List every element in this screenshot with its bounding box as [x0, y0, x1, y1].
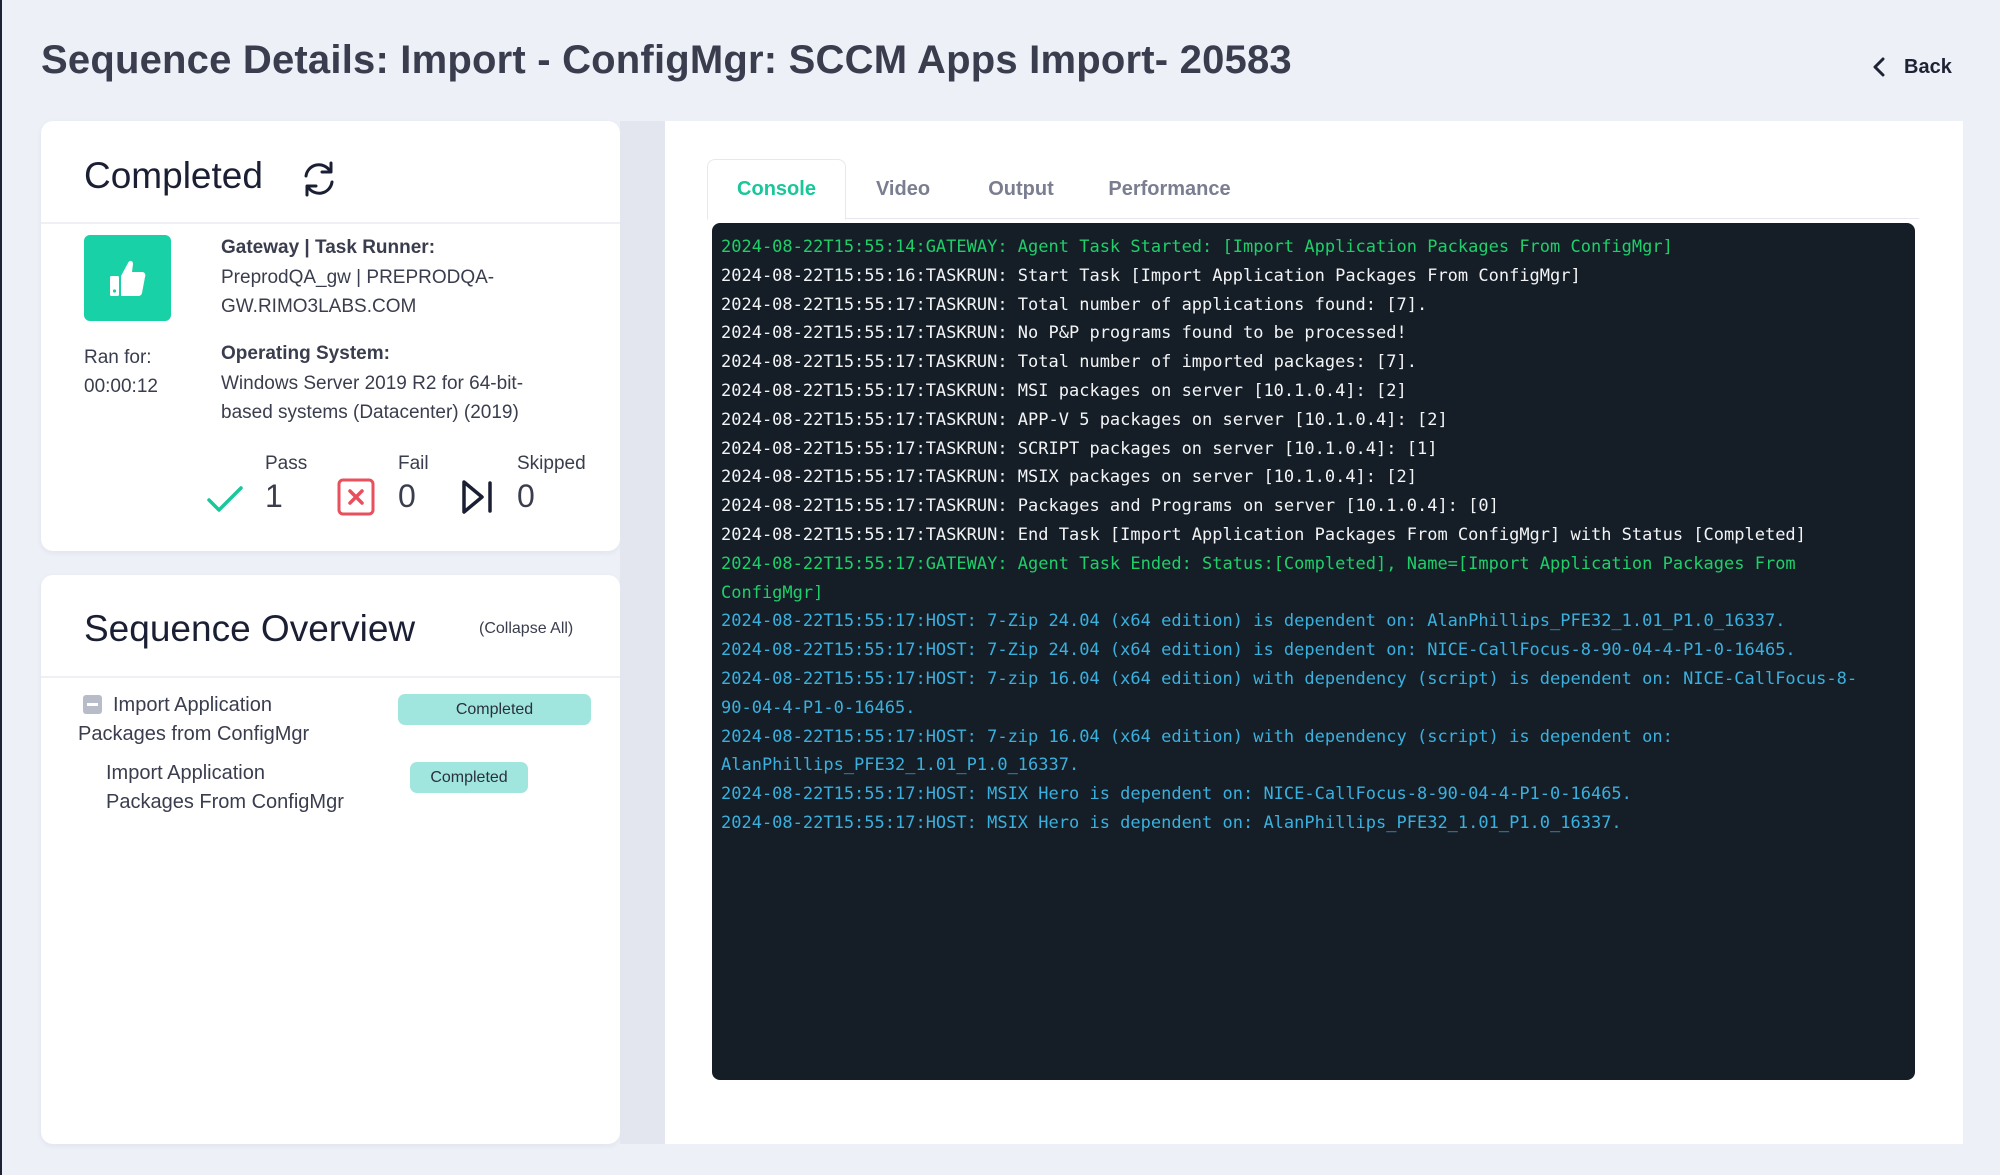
status-badge	[84, 235, 171, 321]
status-badge: Completed	[410, 762, 528, 793]
back-button[interactable]: Back	[1872, 52, 1952, 82]
overview-title: Sequence Overview	[84, 608, 416, 649]
pass-value: 1	[265, 478, 283, 514]
os-value-line1: Windows Server 2019 R2 for 64-bit-	[221, 373, 524, 394]
log-line-task: 2024-08-22T15:55:17:TASKRUN: SCRIPT pack…	[721, 438, 1438, 459]
collapse-toggle-icon[interactable]	[83, 695, 102, 714]
fail-value: 0	[398, 478, 416, 514]
page-title: Sequence Details: Import - ConfigMgr: SC…	[41, 38, 1292, 82]
tree-item-label-line1[interactable]: Import Application	[113, 691, 272, 720]
tree-child-label-line2[interactable]: Packages From ConfigMgr	[106, 788, 344, 817]
log-line-gateway: 2024-08-22T15:55:14:GATEWAY: Agent Task …	[721, 237, 1673, 257]
pass-label: Pass	[265, 453, 308, 474]
log-line-gateway: 2024-08-22T15:55:17:GATEWAY: Agent Task …	[721, 553, 1796, 603]
back-label: Back	[1904, 55, 1952, 78]
fail-x-icon	[337, 478, 375, 516]
thumbs-up-icon	[109, 260, 145, 296]
tab-performance[interactable]: Performance	[1082, 159, 1257, 220]
os-label: Operating System:	[221, 343, 390, 364]
tree-child-label-line1[interactable]: Import Application	[106, 759, 265, 788]
log-line-task: 2024-08-22T15:55:17:TASKRUN: Packages an…	[721, 496, 1499, 517]
fail-label: Fail	[398, 453, 429, 474]
skip-forward-icon	[462, 480, 492, 514]
log-line-task: 2024-08-22T15:55:17:TASKRUN: APP-V 5 pac…	[721, 409, 1448, 430]
window-edge	[0, 0, 2, 1175]
tab-output[interactable]: Output	[960, 159, 1082, 220]
refresh-icon[interactable]	[299, 159, 339, 199]
details-panel: Console Video Output Performance 2024-08…	[665, 121, 1963, 1144]
collapse-all-link[interactable]: (Collapse All)	[479, 620, 573, 638]
tab-bar: Console Video Output Performance	[707, 159, 1919, 220]
gateway-value-line1: PreprodQA_gw | PREPRODQA-	[221, 267, 495, 288]
log-line-host: 2024-08-22T15:55:17:HOST: 7-Zip 24.04 (x…	[721, 640, 1796, 661]
log-line-host: 2024-08-22T15:55:17:HOST: MSIX Hero is d…	[721, 812, 1622, 833]
ran-for-value: 00:00:12	[84, 376, 158, 397]
log-line-task: 2024-08-22T15:55:17:TASKRUN: MSI package…	[721, 380, 1407, 401]
os-value-line2: based systems (Datacenter) (2019)	[221, 402, 519, 423]
gateway-label: Gateway | Task Runner:	[221, 237, 436, 258]
tab-console[interactable]: Console	[707, 159, 846, 220]
divider	[41, 676, 620, 678]
check-icon	[207, 486, 243, 512]
console-output[interactable]: 2024-08-22T15:55:14:GATEWAY: Agent Task …	[712, 223, 1915, 1080]
divider	[41, 222, 620, 224]
status-title: Completed	[84, 155, 263, 196]
log-line-host: 2024-08-22T15:55:17:HOST: 7-zip 16.04 (x…	[721, 668, 1858, 718]
tab-video[interactable]: Video	[846, 159, 960, 220]
log-line-task: 2024-08-22T15:55:16:TASKRUN: Start Task …	[721, 265, 1581, 286]
log-line-task: 2024-08-22T15:55:17:TASKRUN: Total numbe…	[721, 294, 1428, 315]
tree-item-label-line2[interactable]: Packages from ConfigMgr	[78, 720, 309, 749]
log-line-host: 2024-08-22T15:55:17:HOST: 7-zip 16.04 (x…	[721, 726, 1673, 776]
skipped-label: Skipped	[517, 453, 586, 474]
status-badge: Completed	[398, 694, 591, 725]
panel-gutter	[620, 121, 665, 1144]
chevron-left-icon	[1873, 57, 1885, 77]
log-line-host: 2024-08-22T15:55:17:HOST: MSIX Hero is d…	[721, 784, 1632, 805]
ran-for-label: Ran for:	[84, 347, 152, 368]
log-line-task: 2024-08-22T15:55:17:TASKRUN: No P&P prog…	[721, 323, 1407, 344]
log-line-task: 2024-08-22T15:55:17:TASKRUN: End Task [I…	[721, 524, 1806, 545]
sequence-overview-card: Sequence Overview (Collapse All) Import …	[41, 575, 620, 1144]
log-line-host: 2024-08-22T15:55:17:HOST: 7-Zip 24.04 (x…	[721, 611, 1786, 632]
log-line-task: 2024-08-22T15:55:17:TASKRUN: Total numbe…	[721, 352, 1417, 373]
log-line-task: 2024-08-22T15:55:17:TASKRUN: MSIX packag…	[721, 467, 1417, 488]
skipped-value: 0	[517, 478, 535, 514]
status-card: Completed Gateway | Task Runner: Preprod…	[41, 121, 620, 551]
gateway-value-line2: GW.RIMO3LABS.COM	[221, 296, 417, 317]
